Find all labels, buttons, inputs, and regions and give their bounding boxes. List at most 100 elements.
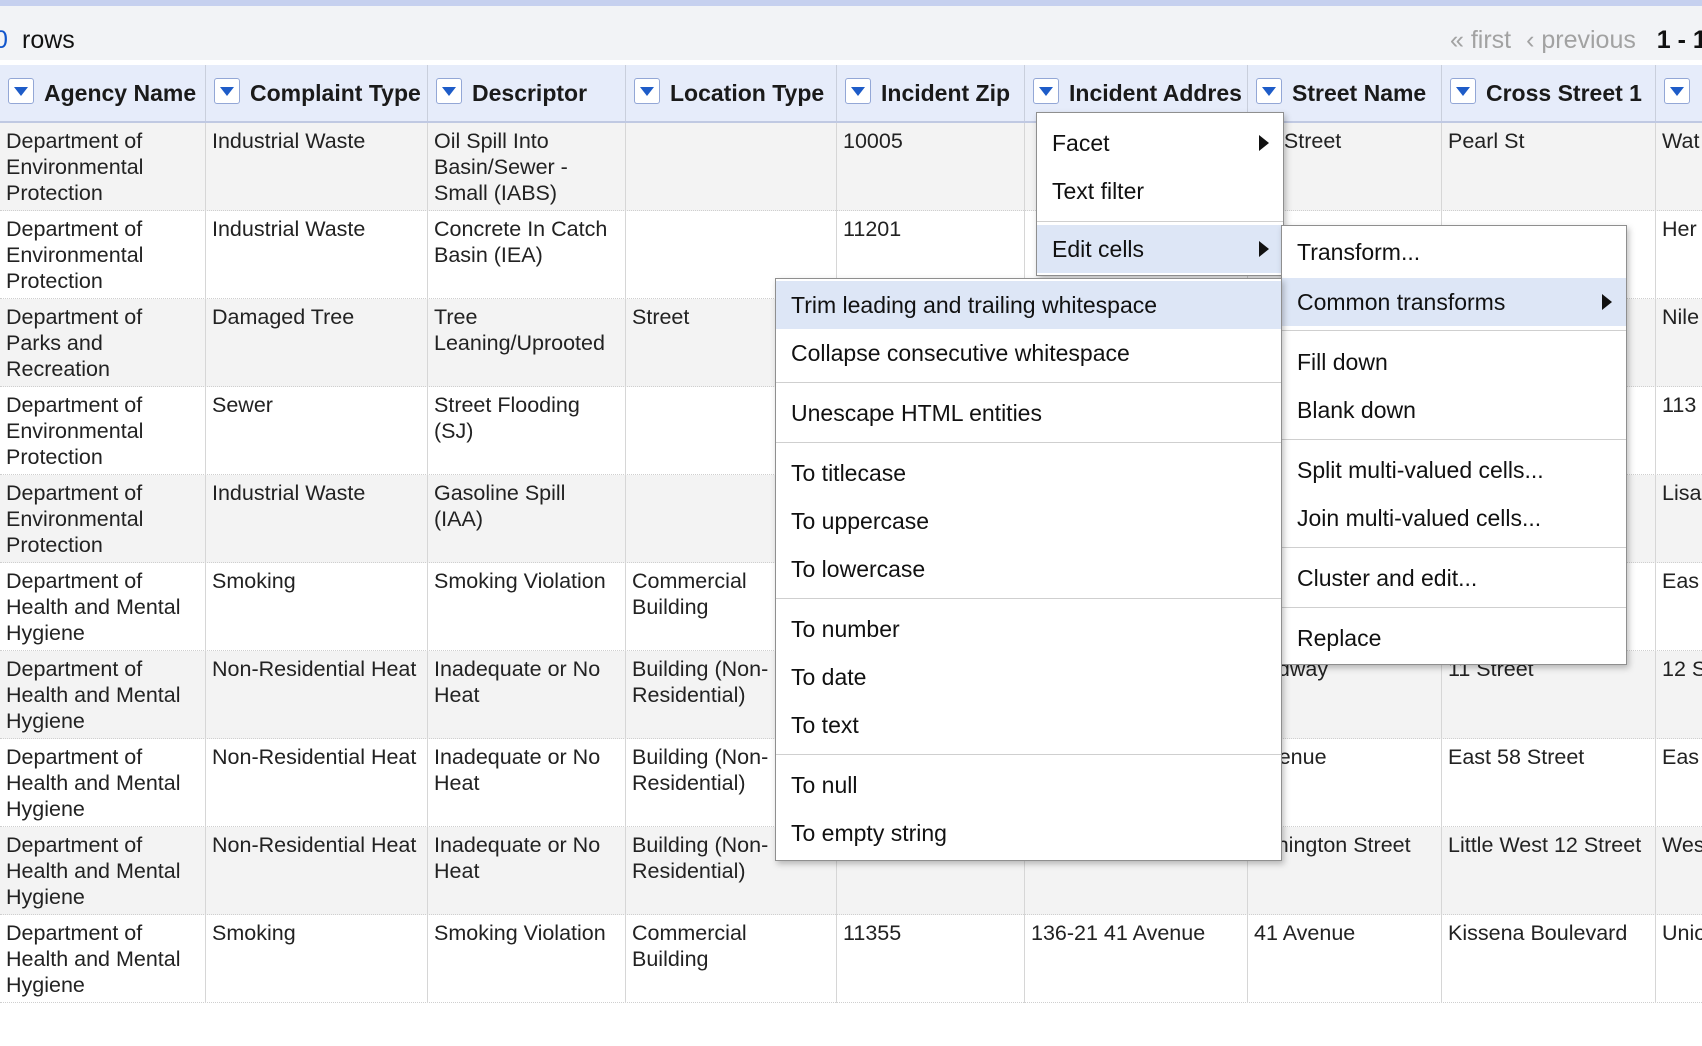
table-cell[interactable]: Non-Residential Heat bbox=[206, 651, 428, 739]
table-cell[interactable]: Her bbox=[1656, 211, 1702, 299]
menu-item-facet[interactable]: Facet bbox=[1037, 119, 1283, 167]
column-header: Cross Street 1 bbox=[1442, 65, 1656, 121]
table-cell[interactable]: Industrial Waste bbox=[206, 211, 428, 299]
menu-item-transform[interactable]: Transform... bbox=[1282, 228, 1626, 276]
table-cell[interactable]: Oil Spill Into Basin/Sewer - Small (IABS… bbox=[428, 123, 626, 211]
menu-separator bbox=[776, 754, 1281, 755]
menu-item-unescape-html-label: Unescape HTML entities bbox=[791, 400, 1042, 426]
table-cell[interactable]: Department of Environmental Protection bbox=[0, 475, 206, 563]
menu-separator bbox=[1037, 221, 1283, 222]
column-dropdown-icon[interactable] bbox=[436, 78, 462, 104]
column-dropdown-icon[interactable] bbox=[1664, 78, 1690, 104]
menu-item-cluster-edit[interactable]: Cluster and edit... bbox=[1282, 554, 1626, 602]
table-cell[interactable]: 10005 bbox=[837, 123, 1025, 211]
table-cell[interactable]: 11355 bbox=[837, 915, 1025, 1003]
menu-item-text-filter[interactable]: Text filter bbox=[1037, 167, 1283, 215]
menu-item-collapse-whitespace[interactable]: Collapse consecutive whitespace bbox=[776, 329, 1281, 377]
table-cell[interactable]: Pearl St bbox=[1442, 123, 1656, 211]
table-cell[interactable]: Concrete In Catch Basin (IEA) bbox=[428, 211, 626, 299]
table-cell[interactable]: 41 Avenue bbox=[1248, 915, 1442, 1003]
menu-item-facet-label: Facet bbox=[1052, 130, 1110, 156]
menu-item-join-multi[interactable]: Join multi-valued cells... bbox=[1282, 494, 1626, 542]
menu-item-fill-down[interactable]: Fill down bbox=[1282, 338, 1626, 386]
column-dropdown-icon[interactable] bbox=[1256, 78, 1282, 104]
table-cell[interactable]: Department of Health and Mental Hygiene bbox=[0, 739, 206, 827]
table-cell[interactable]: Sewer bbox=[206, 387, 428, 475]
column-dropdown-icon[interactable] bbox=[214, 78, 240, 104]
table-cell[interactable] bbox=[626, 123, 837, 211]
table-cell[interactable]: Eas bbox=[1656, 739, 1702, 827]
table-cell[interactable]: Damaged Tree bbox=[206, 299, 428, 387]
menu-item-join-multi-label: Join multi-valued cells... bbox=[1297, 505, 1542, 531]
menu-item-to-date-label: To date bbox=[791, 664, 867, 690]
menu-separator bbox=[1282, 439, 1626, 440]
table-cell[interactable]: Department of Environmental Protection bbox=[0, 211, 206, 299]
menu-item-to-uppercase[interactable]: To uppercase bbox=[776, 497, 1281, 545]
table-cell[interactable]: Smoking Violation bbox=[428, 563, 626, 651]
menu-item-common-transforms[interactable]: Common transforms bbox=[1282, 278, 1626, 326]
table-cell[interactable]: Gasoline Spill (IAA) bbox=[428, 475, 626, 563]
table-cell[interactable]: Inadequate or No Heat bbox=[428, 739, 626, 827]
menu-item-to-empty-string[interactable]: To empty string bbox=[776, 809, 1281, 857]
pager-first-link[interactable]: « first bbox=[1450, 26, 1511, 54]
column-header: Location Type bbox=[626, 65, 837, 121]
table-cell[interactable]: Smoking bbox=[206, 915, 428, 1003]
table-cell[interactable]: Nile bbox=[1656, 299, 1702, 387]
menu-item-unescape-html[interactable]: Unescape HTML entities bbox=[776, 389, 1281, 437]
table-cell[interactable]: Department of Parks and Recreation bbox=[0, 299, 206, 387]
menu-item-trim-whitespace-label: Trim leading and trailing whitespace bbox=[791, 292, 1158, 318]
menu-item-blank-down[interactable]: Blank down bbox=[1282, 386, 1626, 434]
menu-item-to-titlecase[interactable]: To titlecase bbox=[776, 449, 1281, 497]
menu-item-edit-cells[interactable]: Edit cells bbox=[1037, 225, 1283, 273]
table-cell[interactable]: Industrial Waste bbox=[206, 123, 428, 211]
menu-item-to-null[interactable]: To null bbox=[776, 761, 1281, 809]
menu-item-trim-whitespace[interactable]: Trim leading and trailing whitespace bbox=[776, 281, 1281, 329]
table-cell[interactable]: Commercial Building bbox=[626, 915, 837, 1003]
table-cell[interactable]: Smoking bbox=[206, 563, 428, 651]
pager-previous-link[interactable]: ‹ previous bbox=[1526, 26, 1636, 54]
table-cell[interactable]: East 58 Street bbox=[1442, 739, 1656, 827]
menu-item-replace[interactable]: Replace bbox=[1282, 614, 1626, 662]
menu-item-to-lowercase[interactable]: To lowercase bbox=[776, 545, 1281, 593]
table-cell[interactable]: 113 bbox=[1656, 387, 1702, 475]
table-cell[interactable]: Non-Residential Heat bbox=[206, 827, 428, 915]
table-cell[interactable]: Department of Environmental Protection bbox=[0, 123, 206, 211]
menu-item-to-date[interactable]: To date bbox=[776, 653, 1281, 701]
menu-item-to-number[interactable]: To number bbox=[776, 605, 1281, 653]
table-cell[interactable]: Lisa bbox=[1656, 475, 1702, 563]
table-cell[interactable]: Wes bbox=[1656, 827, 1702, 915]
table-cell[interactable]: Industrial Waste bbox=[206, 475, 428, 563]
column-dropdown-icon[interactable] bbox=[845, 78, 871, 104]
table-cell[interactable]: Inadequate or No Heat bbox=[428, 827, 626, 915]
table-cell[interactable]: Department of Health and Mental Hygiene bbox=[0, 651, 206, 739]
column-dropdown-icon[interactable] bbox=[634, 78, 660, 104]
table-cell[interactable]: Department of Health and Mental Hygiene bbox=[0, 827, 206, 915]
menu-separator bbox=[1282, 607, 1626, 608]
table-cell[interactable]: Kissena Boulevard bbox=[1442, 915, 1656, 1003]
menu-item-to-uppercase-label: To uppercase bbox=[791, 508, 930, 534]
table-cell[interactable]: Non-Residential Heat bbox=[206, 739, 428, 827]
table-cell[interactable]: 136-21 41 Avenue bbox=[1025, 915, 1248, 1003]
column-header-label: Location Type bbox=[670, 80, 825, 106]
menu-item-replace-label: Replace bbox=[1297, 625, 1382, 651]
table-cell[interactable]: Department of Health and Mental Hygiene bbox=[0, 563, 206, 651]
table-cell[interactable]: 12 S bbox=[1656, 651, 1702, 739]
column-dropdown-icon[interactable] bbox=[1450, 78, 1476, 104]
table-cell[interactable]: Unio bbox=[1656, 915, 1702, 1003]
submenu-arrow-icon bbox=[1259, 241, 1269, 257]
column-dropdown-icon[interactable] bbox=[1033, 78, 1059, 104]
table-cell[interactable]: Inadequate or No Heat bbox=[428, 651, 626, 739]
table-cell[interactable]: Eas bbox=[1656, 563, 1702, 651]
menu-item-to-text[interactable]: To text bbox=[776, 701, 1281, 749]
table-cell[interactable]: Smoking Violation bbox=[428, 915, 626, 1003]
table-cell[interactable]: Tree Leaning/Uprooted bbox=[428, 299, 626, 387]
table-cell[interactable]: Department of Health and Mental Hygiene bbox=[0, 915, 206, 1003]
table-cell[interactable]: Little West 12 Street bbox=[1442, 827, 1656, 915]
menu-item-split-multi[interactable]: Split multi-valued cells... bbox=[1282, 446, 1626, 494]
table-cell[interactable]: Wat bbox=[1656, 123, 1702, 211]
table-cell[interactable]: Department of Environmental Protection bbox=[0, 387, 206, 475]
column-dropdown-icon[interactable] bbox=[8, 78, 34, 104]
menu-separator bbox=[776, 442, 1281, 443]
table-cell[interactable]: Street Flooding (SJ) bbox=[428, 387, 626, 475]
menu-item-to-null-label: To null bbox=[791, 772, 858, 798]
